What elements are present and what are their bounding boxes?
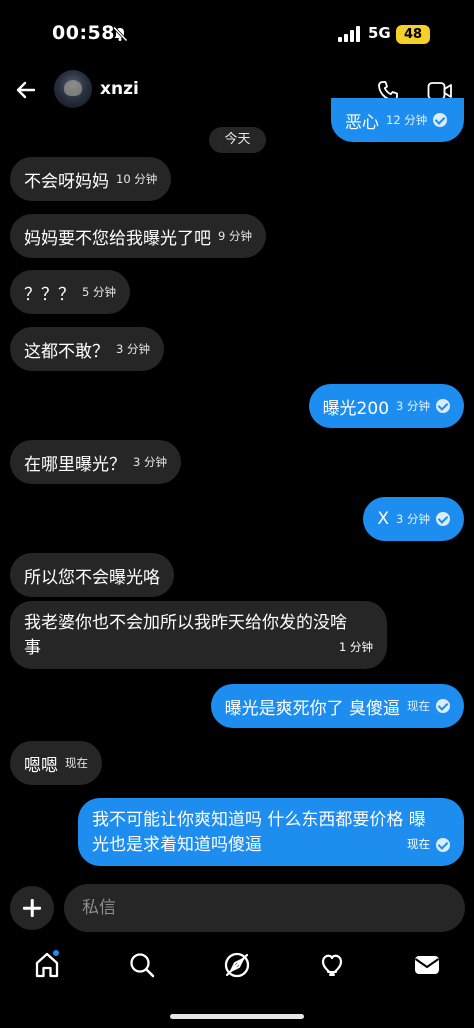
message-time: 3 分钟 <box>396 399 430 413</box>
message-text-line: 我不可能让你爽知道吗 什么东西都要价格 曝 <box>92 810 426 830</box>
read-check-icon <box>433 113 448 127</box>
message-composer <box>0 882 474 932</box>
message-bubble-outgoing[interactable]: X 3 分钟 <box>363 497 464 541</box>
message-text-line: 事 <box>24 638 41 658</box>
message-time: 3 分钟 <box>396 512 430 526</box>
message-text: 嗯嗯 <box>24 755 58 776</box>
message-text: 在哪里曝光？ <box>24 454 126 475</box>
message-text-line: 我老婆你也不会加所以我昨天给你发的没啥 <box>24 613 347 633</box>
read-check-icon <box>436 837 450 852</box>
message-text: 所以您不会曝光咯 <box>24 567 160 588</box>
heart-icon[interactable] <box>317 950 347 980</box>
message-time: 9 分钟 <box>218 229 252 243</box>
message-text: 妈妈要不您给我曝光了吧 <box>24 228 211 249</box>
read-check-icon <box>436 699 450 713</box>
search-icon[interactable] <box>127 950 157 980</box>
messages-icon[interactable] <box>412 950 442 980</box>
read-check-icon <box>436 512 450 526</box>
message-time: 5 分钟 <box>82 285 116 299</box>
message-time: 3 分钟 <box>116 342 150 356</box>
message-bubble-outgoing[interactable]: 我不可能让你爽知道吗 什么东西都要价格 曝 光也是求着知道吗傻逼 现在 <box>78 798 464 866</box>
message-thread: 恶心 12 分钟 今天 不会呀妈妈 10 分钟 妈妈要不您给我曝光了吧 9 分钟… <box>0 0 474 1028</box>
message-time: 1 分钟 <box>339 640 373 654</box>
message-bubble-incoming[interactable]: 妈妈要不您给我曝光了吧 9 分钟 <box>10 214 266 258</box>
explore-icon[interactable] <box>222 950 252 980</box>
message-bubble-outgoing[interactable]: 曝光200 3 分钟 <box>308 384 464 428</box>
message-bubble-incoming[interactable]: 不会呀妈妈 10 分钟 <box>10 157 172 201</box>
message-bubble-incoming[interactable]: 我老婆你也不会加所以我昨天给你发的没啥 事 1 分钟 <box>10 601 387 669</box>
message-bubble-incoming[interactable]: ？？？ 5 分钟 <box>10 270 130 314</box>
home-indicator <box>170 1014 304 1019</box>
message-bubble-incoming[interactable]: 在哪里曝光？ 3 分钟 <box>10 440 181 484</box>
message-text: 不会呀妈妈 <box>24 171 109 192</box>
message-bubble-outgoing[interactable]: 曝光是爽死你了 臭傻逼 现在 <box>210 684 464 728</box>
message-text: 曝光是爽死你了 臭傻逼 <box>224 698 400 719</box>
message-time: 12 分钟 <box>386 113 428 127</box>
message-input[interactable] <box>64 884 465 932</box>
bottom-nav <box>0 944 474 988</box>
message-text: 曝光200 <box>322 398 390 419</box>
message-text: 恶心 <box>345 112 379 133</box>
message-text-line: 光也是求着知道吗傻逼 <box>92 835 262 855</box>
message-text: ？？？ <box>24 284 75 305</box>
message-text: X <box>377 509 390 529</box>
message-bubble-incoming[interactable]: 嗯嗯 现在 <box>10 741 102 785</box>
add-attachment-button[interactable] <box>10 886 54 930</box>
message-time: 现在 <box>65 756 88 770</box>
read-check-icon <box>436 399 450 413</box>
notification-dot <box>53 950 59 956</box>
message-bubble-incoming[interactable]: 所以您不会曝光咯 <box>10 553 174 597</box>
message-time: 现在 <box>407 837 430 851</box>
message-time: 3 分钟 <box>133 455 167 469</box>
message-bubble-outgoing[interactable]: 恶心 12 分钟 <box>331 98 464 142</box>
message-time: 现在 <box>407 699 430 713</box>
message-text: 这都不敢？ <box>24 341 109 362</box>
message-time: 10 分钟 <box>116 172 158 186</box>
date-divider: 今天 <box>209 127 266 153</box>
message-bubble-incoming[interactable]: 这都不敢？ 3 分钟 <box>10 327 164 371</box>
